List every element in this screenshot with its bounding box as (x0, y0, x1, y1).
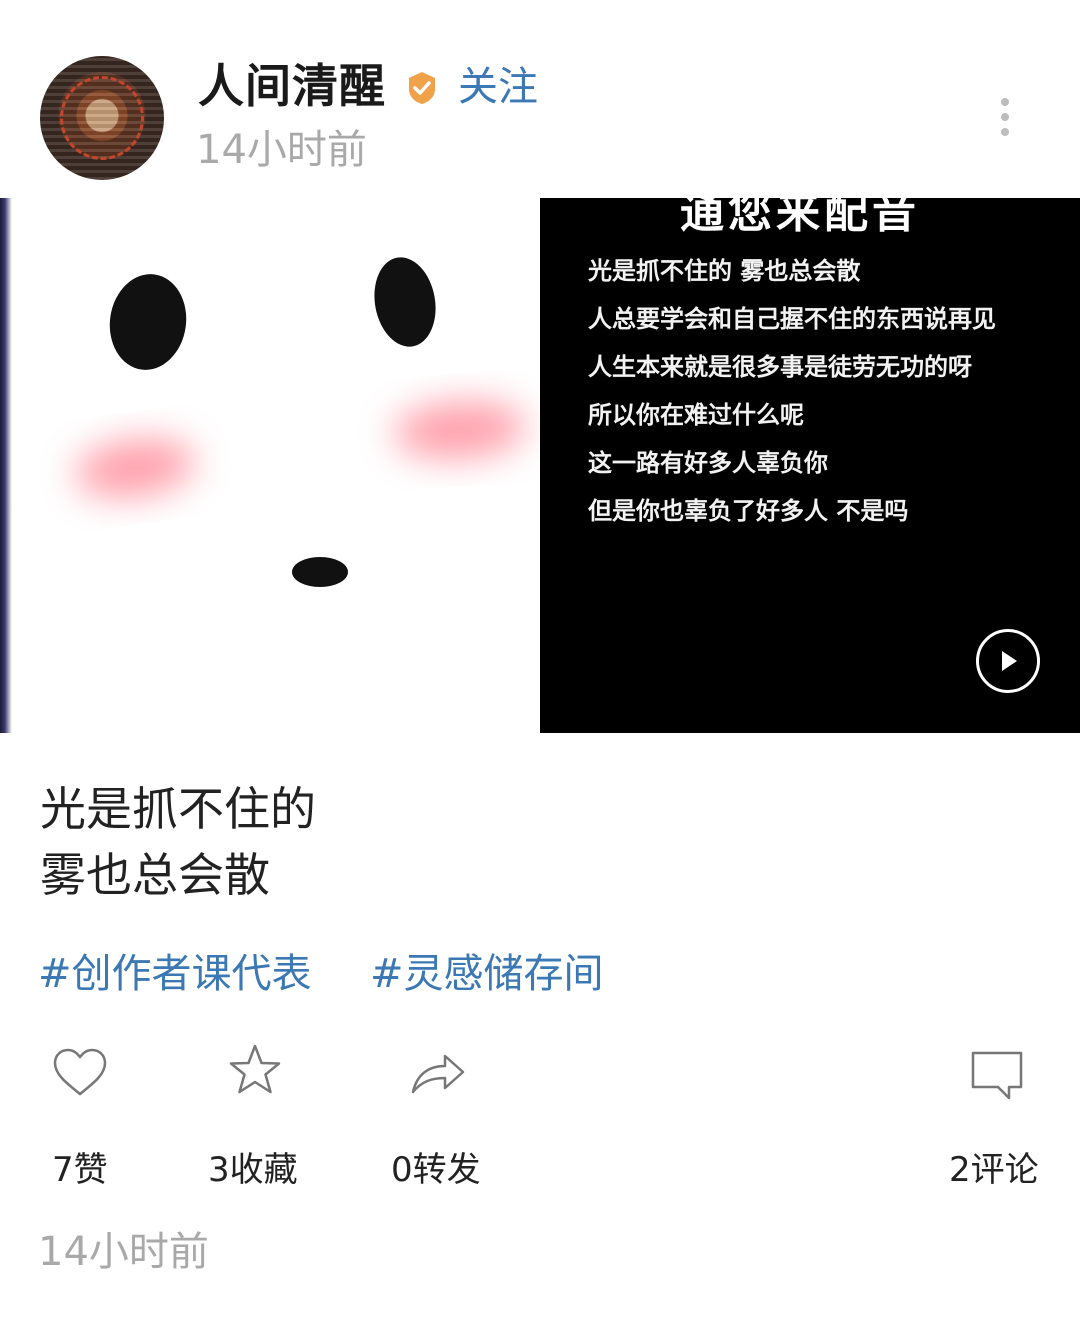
repost-count[interactable]: 0转发 (391, 1148, 481, 1192)
lyric-line: 人总要学会和自己握不住的东西说再见 (588, 305, 996, 333)
lyric-line: 但是你也辜负了好多人 不是吗 (588, 497, 909, 525)
panda-face-image[interactable] (0, 198, 540, 733)
lyric-line: 这一路有好多人辜负你 (588, 449, 828, 477)
caption-line: 光是抓不住的 (40, 782, 316, 836)
caption-line: 雾也总会散 (40, 848, 270, 902)
more-vertical-icon[interactable] (992, 98, 1018, 138)
panda-face-illustration (75, 257, 526, 587)
heart-icon[interactable] (51, 1044, 109, 1102)
lyric-line: 光是抓不住的 雾也总会散 (588, 257, 861, 285)
play-icon (1002, 651, 1017, 671)
video-title-text: 通您来配音 (680, 198, 920, 238)
lyric-line: 所以你在难过什么呢 (588, 401, 804, 429)
post-media[interactable]: 通您来配音 光是抓不住的 雾也总会散 人总要学会和自己握不住的东西说再见 人生本… (0, 198, 1080, 733)
image-edge (0, 198, 12, 733)
hashtag-link[interactable]: #灵感储存间 (370, 946, 604, 1002)
share-arrow-icon[interactable] (409, 1044, 467, 1102)
favorite-count[interactable]: 3收藏 (208, 1148, 298, 1192)
comment-icon[interactable] (968, 1048, 1026, 1106)
video-thumbnail[interactable]: 通您来配音 光是抓不住的 雾也总会散 人总要学会和自己握不住的东西说再见 人生本… (540, 198, 1080, 733)
lyric-line: 人生本来就是很多事是徒劳无功的呀 (588, 353, 972, 381)
like-count[interactable]: 7赞 (52, 1148, 108, 1192)
star-icon[interactable] (226, 1042, 284, 1100)
avatar-ring (60, 76, 144, 160)
comment-count[interactable]: 2评论 (949, 1148, 1039, 1192)
play-button[interactable] (976, 629, 1040, 693)
post-time: 14小时前 (196, 127, 367, 173)
author-avatar[interactable] (40, 56, 164, 180)
follow-button[interactable]: 关注 (458, 60, 538, 114)
verified-badge-icon (409, 72, 435, 104)
hashtag-link[interactable]: #创作者课代表 (38, 946, 312, 1002)
author-name[interactable]: 人间清醒 (198, 58, 386, 114)
footer-time: 14小时前 (38, 1229, 209, 1275)
post-caption: 光是抓不住的 雾也总会散 (40, 776, 316, 908)
